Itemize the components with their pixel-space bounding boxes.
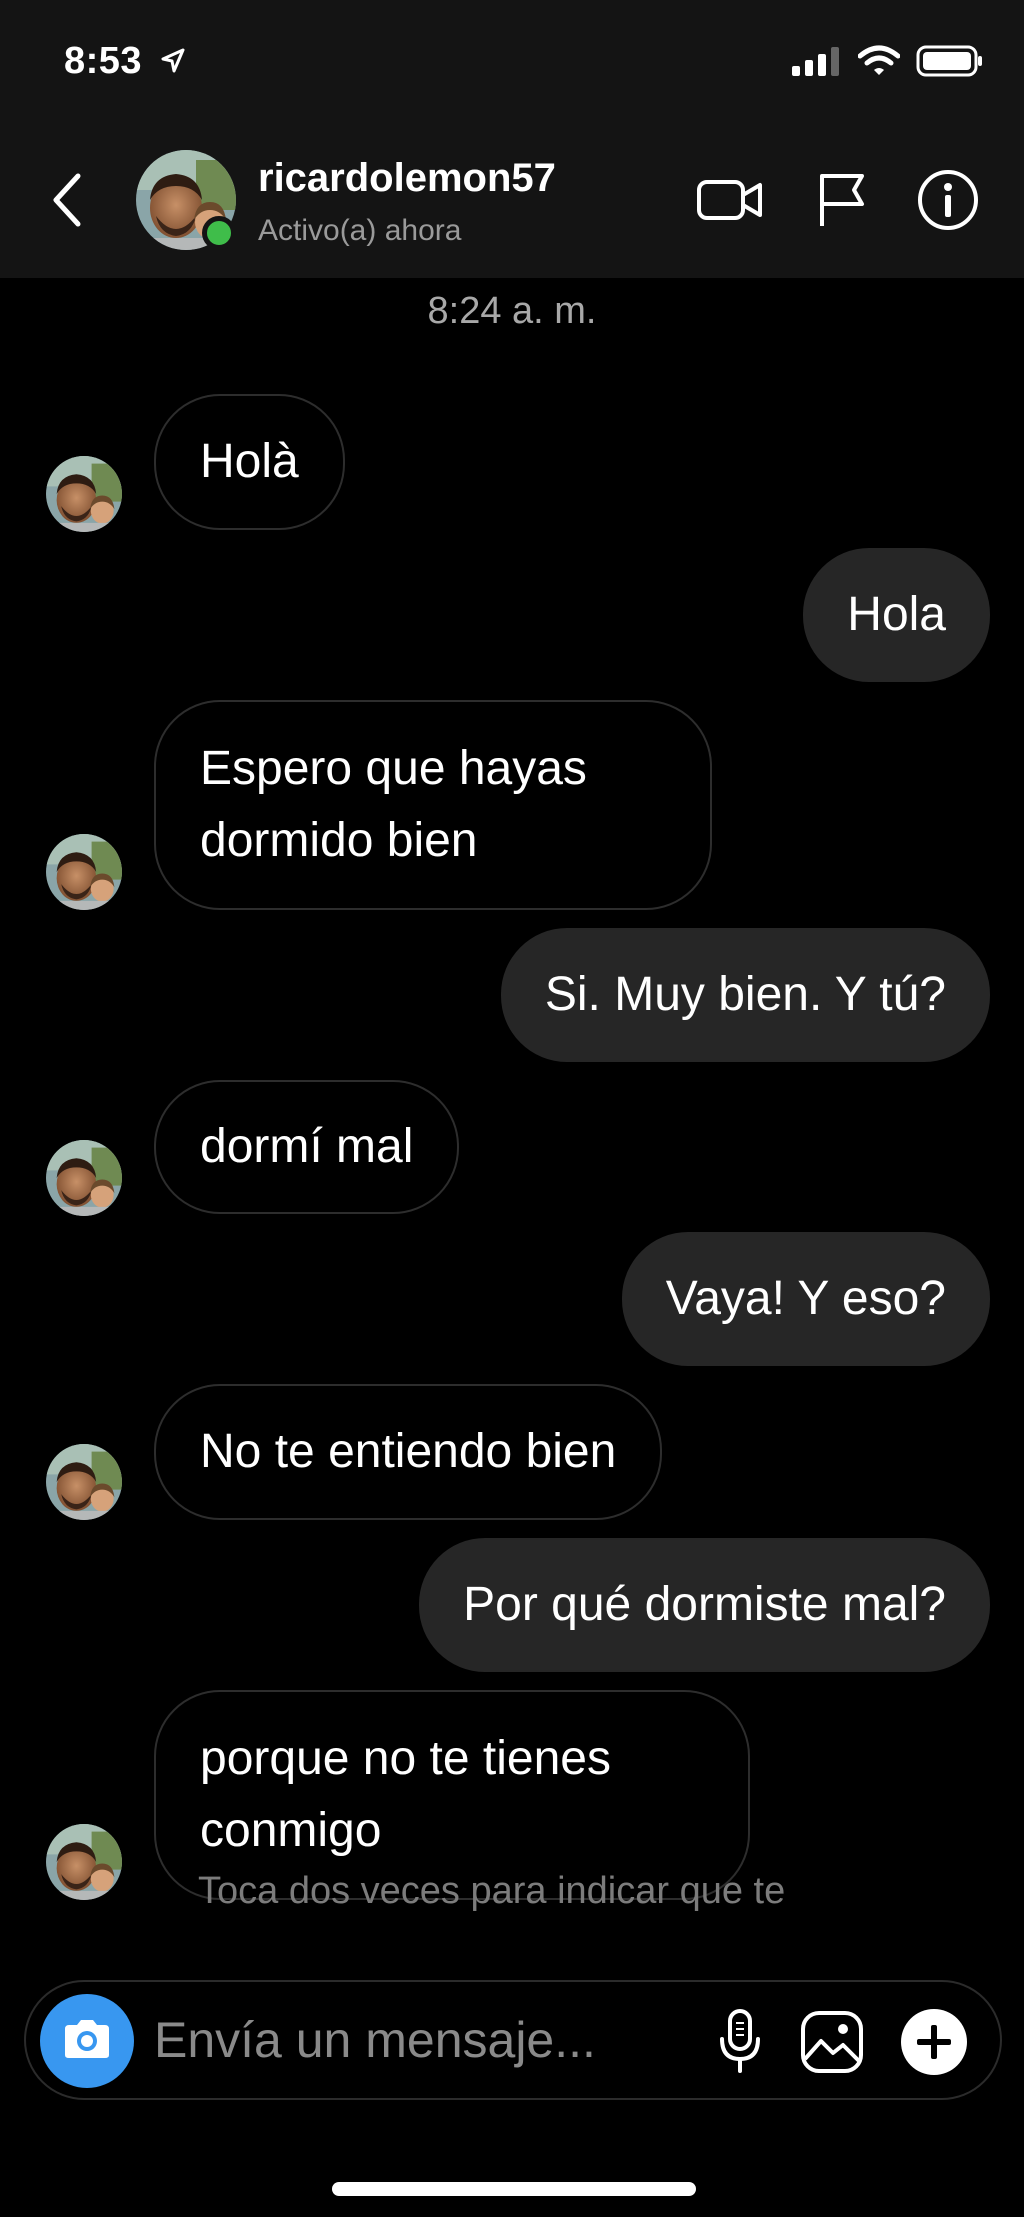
message-text: dormí mal [200, 1120, 414, 1173]
sender-avatar[interactable] [46, 1444, 122, 1520]
cellular-signal-icon [792, 46, 842, 81]
microphone-icon[interactable] [702, 2004, 778, 2080]
message-input[interactable] [154, 2000, 694, 2080]
message-composer [24, 1980, 1002, 2100]
message-text: Si. Muy bien. Y tú? [544, 968, 946, 1021]
wifi-icon [857, 45, 901, 82]
message-sent[interactable]: Hola [803, 548, 990, 682]
message-received[interactable]: No te entiendo bien [154, 1384, 663, 1520]
message-received[interactable]: dormí mal [154, 1080, 460, 1214]
sender-avatar[interactable] [46, 1824, 122, 1900]
clock-text: 8:53 [64, 40, 143, 82]
status-bar-indicators [792, 44, 984, 83]
online-status-indicator [202, 216, 236, 250]
message-text-line: conmigo [200, 1804, 382, 1857]
message-text: Holà [200, 435, 299, 488]
gallery-icon[interactable] [794, 2004, 870, 2080]
top-bar: 8:53 ricardolemon57 Activo(a) ahora [0, 0, 1024, 278]
message-sent[interactable]: Vaya! Y eso? [621, 1232, 990, 1366]
flag-icon[interactable] [812, 168, 872, 232]
sender-avatar[interactable] [46, 834, 122, 910]
message-text-line: Espero que hayas [200, 742, 587, 795]
back-chevron-icon[interactable] [44, 170, 88, 230]
profile-username[interactable]: ricardolemon57 [258, 156, 556, 201]
double-tap-like-hint: Toca dos veces para indicar que te [198, 1870, 786, 1912]
message-sent[interactable]: Si. Muy bien. Y tú? [500, 928, 990, 1062]
message-text-line: porque no te tienes [200, 1732, 611, 1785]
message-text: Vaya! Y eso? [665, 1272, 946, 1325]
message-received[interactable]: Holà [154, 394, 345, 530]
message-text: Por qué dormiste mal? [463, 1578, 946, 1631]
camera-button[interactable] [40, 1994, 134, 2088]
camera-icon [61, 2017, 113, 2066]
message-sent[interactable]: Por qué dormiste mal? [419, 1538, 990, 1672]
sender-avatar[interactable] [46, 1140, 122, 1216]
info-icon[interactable] [916, 168, 980, 232]
activity-status: Activo(a) ahora [258, 214, 462, 247]
home-indicator[interactable] [332, 2182, 696, 2196]
battery-icon [916, 44, 984, 83]
message-received[interactable]: Espero que hayas dormido bien [154, 700, 712, 910]
message-text-line: dormido bien [200, 814, 478, 867]
message-received[interactable]: porque no te tienes conmigo [154, 1690, 750, 1900]
thread-timestamp: 8:24 a. m. [427, 290, 597, 332]
video-call-icon[interactable] [694, 168, 766, 232]
status-bar-time: 8:53 [64, 40, 185, 84]
message-text: Hola [847, 588, 946, 641]
plus-icon[interactable] [896, 2004, 972, 2080]
sender-avatar[interactable] [46, 456, 122, 532]
location-arrow-icon [161, 41, 185, 84]
message-text: No te entiendo bien [200, 1425, 617, 1478]
